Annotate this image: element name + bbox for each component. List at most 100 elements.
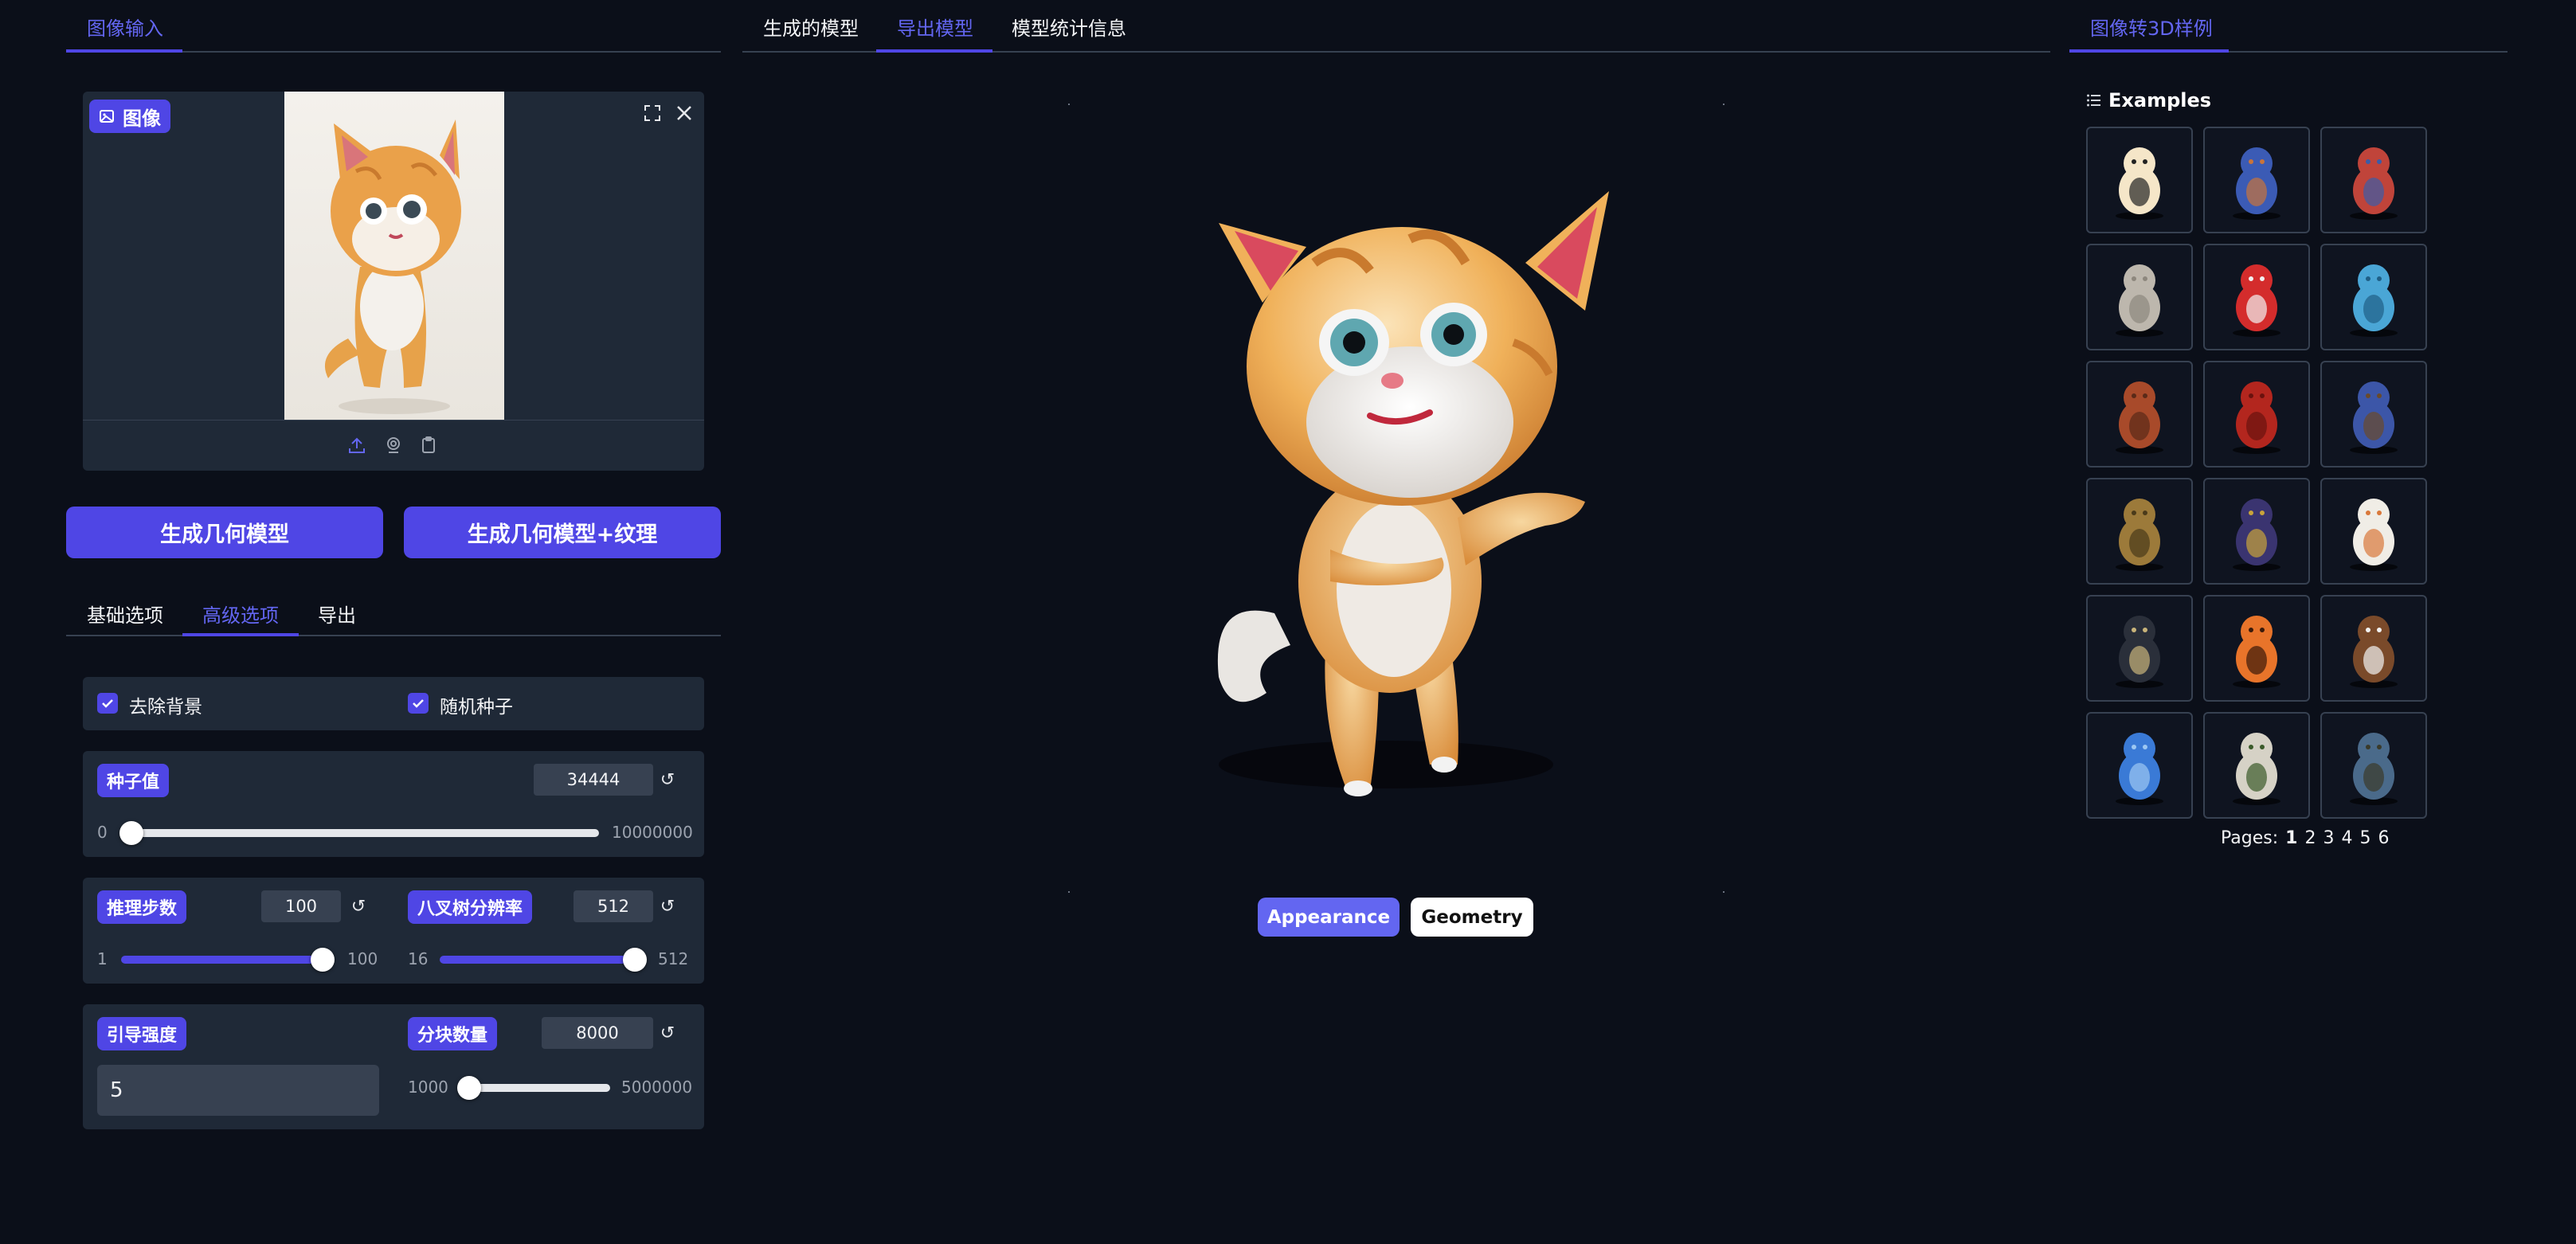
seed-min: 0 bbox=[97, 823, 108, 842]
example-item[interactable] bbox=[2320, 712, 2427, 819]
stitch-icon bbox=[2116, 733, 2163, 805]
octree-label: 八叉树分辨率 bbox=[408, 890, 533, 924]
list-icon bbox=[2087, 94, 2100, 107]
right-tabbar: 图像转3D样例 bbox=[2069, 14, 2507, 53]
checkbox-row: 去除背景 随机种子 bbox=[83, 677, 704, 730]
image-upload-panel[interactable]: 图像 bbox=[83, 92, 704, 471]
geometry-button[interactable]: Geometry bbox=[1411, 898, 1533, 937]
chunks-value-input[interactable]: 8000 bbox=[542, 1017, 653, 1049]
close-icon[interactable] bbox=[671, 100, 698, 127]
example-item[interactable] bbox=[2203, 712, 2310, 819]
tab-model-stats[interactable]: 模型统计信息 bbox=[1012, 14, 1126, 43]
page-link[interactable]: 6 bbox=[2378, 828, 2389, 848]
example-item[interactable] bbox=[2203, 244, 2310, 350]
staff-icon bbox=[2116, 499, 2163, 571]
tab-image-to-3d-examples[interactable]: 图像转3D样例 bbox=[2090, 14, 2213, 43]
pumpkin-icon bbox=[2233, 616, 2280, 688]
tab-generated-model[interactable]: 生成的模型 bbox=[763, 14, 859, 43]
tab-image-input[interactable]: 图像输入 bbox=[87, 14, 163, 43]
panel-divider bbox=[83, 420, 704, 421]
tab-underline bbox=[182, 633, 299, 636]
steps-slider-thumb[interactable] bbox=[311, 948, 335, 972]
example-item[interactable] bbox=[2086, 712, 2193, 819]
octree-slider-fill[interactable] bbox=[440, 956, 639, 964]
page-link[interactable]: 5 bbox=[2359, 828, 2370, 848]
page-link[interactable]: 1 bbox=[2285, 828, 2297, 848]
chunks-min: 1000 bbox=[408, 1078, 448, 1097]
castle-icon bbox=[2233, 733, 2280, 805]
octree-min: 16 bbox=[408, 949, 429, 968]
pistol-icon bbox=[2350, 381, 2398, 454]
upload-icon[interactable] bbox=[344, 432, 370, 458]
example-item[interactable] bbox=[2320, 127, 2427, 233]
house-icon bbox=[2233, 147, 2280, 220]
octree-reset-icon[interactable]: ↺ bbox=[653, 890, 682, 922]
seed-reset-icon[interactable]: ↺ bbox=[653, 764, 682, 796]
seed-max: 10000000 bbox=[612, 823, 693, 842]
random-seed-label: 随机种子 bbox=[440, 697, 513, 718]
example-item[interactable] bbox=[2320, 478, 2427, 585]
tab-underline bbox=[66, 49, 182, 53]
remove-bg-checkbox[interactable] bbox=[97, 693, 118, 714]
eagle-icon bbox=[2350, 616, 2398, 688]
example-item[interactable] bbox=[2086, 361, 2193, 467]
random-seed-checkbox[interactable] bbox=[408, 693, 429, 714]
tab-export[interactable]: 导出 bbox=[318, 601, 356, 630]
page-link[interactable]: 4 bbox=[2341, 828, 2352, 848]
example-item[interactable] bbox=[2320, 361, 2427, 467]
tab-basic-options[interactable]: 基础选项 bbox=[87, 601, 163, 630]
model-viewer[interactable] bbox=[1067, 104, 1724, 892]
example-item[interactable] bbox=[2203, 127, 2310, 233]
example-item[interactable] bbox=[2203, 361, 2310, 467]
chunks-slider-thumb[interactable] bbox=[457, 1076, 481, 1100]
witch-hat-icon bbox=[2233, 499, 2280, 571]
steps-max: 100 bbox=[347, 949, 378, 968]
left-tabbar: 图像输入 bbox=[66, 14, 721, 53]
octree-slider-thumb[interactable] bbox=[623, 948, 647, 972]
seed-slider-track[interactable] bbox=[131, 829, 599, 837]
examples-title: Examples bbox=[2108, 89, 2212, 111]
seed-value-input[interactable]: 34444 bbox=[534, 764, 653, 796]
clipboard-icon[interactable] bbox=[416, 432, 441, 458]
options-tabbar: 基础选项 高级选项 导出 bbox=[66, 601, 721, 636]
fullscreen-icon[interactable] bbox=[639, 100, 666, 127]
tab-underline bbox=[876, 49, 992, 53]
remove-bg-label: 去除背景 bbox=[129, 697, 202, 718]
chunks-reset-icon[interactable]: ↺ bbox=[653, 1017, 682, 1049]
page-link[interactable]: 3 bbox=[2323, 828, 2334, 848]
page-link[interactable]: 2 bbox=[2304, 828, 2316, 848]
seed-slider-thumb[interactable] bbox=[119, 821, 143, 845]
generate-geometry-button[interactable]: 生成几何模型 bbox=[66, 507, 383, 558]
dragon-icon bbox=[2350, 499, 2398, 571]
cat-3d-model bbox=[1217, 191, 1609, 796]
octree-max: 512 bbox=[658, 949, 689, 968]
example-item[interactable] bbox=[2086, 478, 2193, 585]
chunks-max: 5000000 bbox=[621, 1078, 693, 1097]
example-item[interactable] bbox=[2086, 595, 2193, 702]
train-icon bbox=[2116, 381, 2163, 454]
example-item[interactable] bbox=[2320, 244, 2427, 350]
webcam-icon[interactable] bbox=[381, 432, 406, 458]
example-item[interactable] bbox=[2086, 244, 2193, 350]
pagination: Pages: 1 2 3 4 5 6 bbox=[2221, 828, 2389, 848]
steps-slider-fill[interactable] bbox=[121, 956, 327, 964]
steps-reset-icon[interactable]: ↺ bbox=[344, 890, 373, 922]
example-item[interactable] bbox=[2203, 478, 2310, 585]
chunks-slider-track[interactable] bbox=[462, 1084, 610, 1092]
guidance-label: 引导强度 bbox=[97, 1017, 187, 1050]
appearance-button[interactable]: Appearance bbox=[1258, 898, 1400, 937]
octree-value-input[interactable]: 512 bbox=[574, 890, 653, 922]
steps-value-input[interactable]: 100 bbox=[261, 890, 341, 922]
steps-min: 1 bbox=[97, 949, 108, 968]
example-item[interactable] bbox=[2320, 595, 2427, 702]
example-item[interactable] bbox=[2086, 127, 2193, 233]
example-item[interactable] bbox=[2203, 595, 2310, 702]
tab-advanced-options[interactable]: 高级选项 bbox=[202, 601, 279, 630]
generate-geometry-texture-button[interactable]: 生成几何模型+纹理 bbox=[404, 507, 721, 558]
lamp-post-icon bbox=[2116, 616, 2163, 688]
tab-export-model[interactable]: 导出模型 bbox=[897, 14, 973, 43]
penguin-icon bbox=[2116, 147, 2163, 220]
cat-thumbnail bbox=[324, 119, 461, 414]
seed-label: 种子值 bbox=[97, 764, 170, 797]
guidance-input[interactable]: 5 bbox=[97, 1065, 379, 1116]
